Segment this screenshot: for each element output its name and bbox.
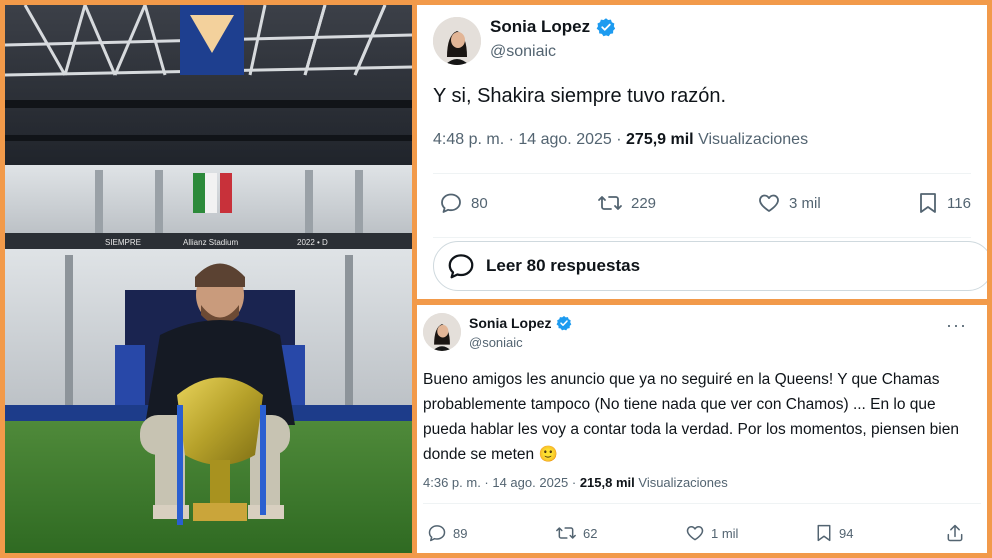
tweet-timestamp[interactable]: 4:36 p. m. · 14 ago. 2025 · [423, 475, 580, 490]
author-handle[interactable]: @soniaic [490, 43, 556, 61]
bookmark-count: 116 [947, 194, 971, 212]
banner-left-text: SIEMPRE [105, 238, 141, 247]
read-replies-label: Leer 80 respuestas [486, 256, 641, 275]
reply-icon [448, 254, 474, 279]
views-label: Visualizaciones [693, 131, 809, 148]
bookmark-icon [817, 524, 831, 542]
reply-count: 89 [453, 525, 468, 541]
author-name-text: Sonia Lopez [490, 17, 591, 36]
reply-button[interactable]: 80 [439, 191, 488, 215]
author-handle[interactable]: @soniaic [469, 335, 523, 350]
avatar-image [423, 313, 461, 351]
reply-icon [441, 193, 461, 213]
retweet-button[interactable]: 229 [597, 191, 656, 215]
views-count: 275,9 mil [626, 131, 694, 148]
views-count: 215,8 mil [579, 475, 635, 490]
views-label: Visualizaciones [634, 475, 728, 490]
avatar-image [433, 17, 481, 65]
like-button[interactable]: 1 mil [685, 523, 738, 543]
reply-button[interactable]: 89 [427, 523, 467, 543]
read-replies-button[interactable]: Leer 80 respuestas [433, 241, 987, 291]
share-icon [947, 524, 963, 542]
retweet-button[interactable]: 62 [555, 523, 597, 543]
retweet-icon [598, 196, 622, 210]
bookmark-icon [920, 193, 936, 213]
like-button[interactable]: 3 mil [757, 191, 821, 215]
bookmark-count: 94 [839, 525, 854, 541]
divider [423, 503, 981, 504]
author-name[interactable]: Sonia Lopez [469, 315, 572, 331]
tweet-text: Y si, Shakira siempre tuvo razón. [433, 85, 727, 107]
tweet-meta: 4:36 p. m. · 14 ago. 2025 · 215,8 mil Vi… [423, 475, 728, 490]
divider [433, 237, 971, 238]
share-button[interactable] [945, 523, 965, 543]
tweet-card-top[interactable]: Sonia Lopez @soniaic Y si, Shakira siemp… [417, 5, 987, 299]
bookmark-button[interactable]: 116 [917, 191, 971, 215]
author-name[interactable]: Sonia Lopez [490, 17, 616, 37]
author-name-text: Sonia Lopez [469, 315, 552, 331]
heart-icon [759, 194, 779, 212]
divider [433, 173, 971, 174]
banner-mid-text: Allianz Stadium [183, 238, 238, 247]
tweet-card-bottom[interactable]: Sonia Lopez @soniaic ··· Bueno amigos le… [417, 305, 987, 553]
retweet-icon [556, 527, 576, 539]
avatar[interactable] [423, 313, 461, 351]
verified-badge-icon [556, 316, 572, 331]
stadium-photo: SIEMPRE Allianz Stadium 2022 • D [5, 5, 412, 553]
tweet-timestamp[interactable]: 4:48 p. m. · 14 ago. 2025 · [433, 131, 626, 148]
heart-icon [686, 526, 704, 541]
avatar[interactable] [433, 17, 481, 65]
more-options-button[interactable]: ··· [946, 315, 967, 336]
retweet-count: 229 [631, 194, 657, 212]
tweet-text: Bueno amigos les anuncio que ya no segui… [423, 371, 959, 463]
tweet-meta: 4:48 p. m. · 14 ago. 2025 · 275,9 mil Vi… [433, 131, 808, 149]
stadium-illustration: SIEMPRE Allianz Stadium 2022 • D [5, 5, 412, 553]
retweet-count: 62 [583, 525, 598, 541]
like-count: 1 mil [711, 525, 739, 541]
reply-icon [428, 525, 446, 542]
verified-badge-icon [596, 18, 616, 37]
bookmark-button[interactable]: 94 [815, 523, 853, 543]
banner-right-text: 2022 • D [297, 238, 328, 247]
like-count: 3 mil [789, 194, 821, 212]
reply-count: 80 [471, 194, 488, 212]
